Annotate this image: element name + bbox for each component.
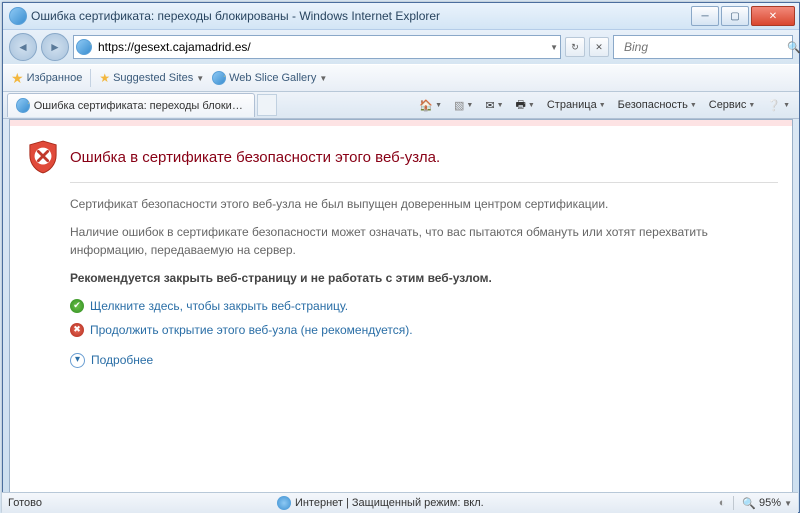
address-bar[interactable]: ▼ [73, 35, 561, 59]
safety-label: Безопасность [618, 99, 688, 111]
url-dropdown-icon[interactable]: ▼ [550, 43, 558, 52]
globe-icon [277, 496, 291, 510]
web-slice-link[interactable]: Web Slice Gallery ▼ [212, 71, 327, 85]
webslice-label: Web Slice Gallery [229, 72, 316, 84]
suggested-sites-link[interactable]: ★ Suggested Sites ▼ [99, 71, 204, 85]
error-paragraph-1: Сертификат безопасности этого веб-узла н… [70, 195, 778, 213]
more-info-link[interactable]: Подробнее [91, 351, 153, 369]
zoom-value: 95% [759, 497, 781, 509]
suggested-label: Suggested Sites [113, 72, 193, 84]
safety-menu[interactable]: Безопасность▼ [613, 94, 702, 116]
error-paragraph-2: Наличие ошибок в сертификате безопасност… [70, 223, 778, 259]
forward-button[interactable]: ► [41, 33, 69, 61]
minimize-button[interactable]: ─ [691, 6, 719, 26]
search-input[interactable] [622, 39, 783, 55]
protected-mode-icon[interactable]: ◐ [719, 497, 726, 509]
search-icon[interactable]: 🔍 [787, 41, 800, 54]
divider [90, 69, 91, 87]
zoom-icon: 🔍 [742, 497, 756, 510]
expand-icon: ▾ [70, 353, 85, 368]
star-icon: ★ [11, 70, 24, 87]
zoom-button[interactable]: 🔍 95% ▼ [742, 497, 792, 510]
new-tab-button[interactable] [257, 94, 277, 116]
close-page-link[interactable]: Щелкните здесь, чтобы закрыть веб-страни… [90, 297, 348, 315]
home-button[interactable]: 🏠▼ [414, 94, 447, 116]
slice-icon [212, 71, 226, 85]
help-button[interactable]: ❔▼ [762, 94, 795, 116]
search-bar[interactable]: 🔍 [613, 35, 793, 59]
print-icon: 🖶 [516, 96, 526, 115]
rss-icon: ▧ [454, 99, 464, 112]
favorites-button[interactable]: ★ Избранное [11, 70, 82, 87]
refresh-button[interactable]: ↻ [565, 37, 585, 57]
page-content: Ошибка в сертификате безопасности этого … [9, 119, 793, 493]
error-recommend: Рекомендуется закрыть веб-страницу и не … [70, 269, 778, 287]
url-input[interactable] [96, 39, 546, 55]
page-label: Страница [547, 99, 597, 111]
favorites-bar: ★ Избранное ★ Suggested Sites ▼ Web Slic… [3, 64, 799, 92]
status-bar: Готово Интернет | Защищенный режим: вкл.… [2, 492, 798, 513]
mail-button[interactable]: ✉▼ [480, 94, 508, 116]
status-zone: Интернет | Защищенный режим: вкл. [295, 497, 484, 509]
star-icon: ★ [99, 71, 110, 85]
close-button[interactable]: ✕ [751, 6, 795, 26]
ie-icon [9, 7, 27, 25]
continue-link[interactable]: Продолжить открытие этого веб-узла (не р… [90, 321, 413, 339]
tab-title: Ошибка сертификата: переходы блокированы [34, 100, 246, 112]
window-title: Ошибка сертификата: переходы блокированы… [31, 9, 691, 23]
mail-icon: ✉ [485, 99, 494, 112]
page-menu[interactable]: Страница▼ [542, 94, 611, 116]
dropdown-icon: ▼ [319, 74, 327, 83]
help-icon: ❔ [767, 99, 781, 112]
warning-icon: ✖ [70, 323, 84, 337]
stop-button[interactable]: ✕ [589, 37, 609, 57]
window-titlebar: Ошибка сертификата: переходы блокированы… [3, 3, 799, 30]
divider [733, 496, 734, 510]
service-label: Сервис [709, 99, 747, 111]
status-ready: Готово [8, 497, 42, 509]
back-button[interactable]: ◄ [9, 33, 37, 61]
check-icon: ✔ [70, 299, 84, 313]
favorites-label: Избранное [27, 72, 83, 84]
shield-error-icon [28, 140, 58, 174]
feeds-button[interactable]: ▧▼ [449, 94, 478, 116]
tab-active[interactable]: Ошибка сертификата: переходы блокированы [7, 93, 255, 117]
print-button[interactable]: 🖶▼ [511, 94, 540, 116]
maximize-button[interactable]: ▢ [721, 6, 749, 26]
home-icon: 🏠 [419, 99, 433, 112]
site-icon [76, 39, 92, 55]
tools-menu[interactable]: Сервис▼ [704, 94, 761, 116]
dropdown-icon: ▼ [784, 499, 792, 508]
error-title: Ошибка в сертификате безопасности этого … [70, 149, 440, 166]
dropdown-icon: ▼ [196, 74, 204, 83]
divider [70, 182, 778, 183]
nav-toolbar: ◄ ► ▼ ↻ ✕ 🔍 [3, 30, 799, 64]
tab-icon [16, 98, 30, 113]
tab-bar: Ошибка сертификата: переходы блокированы… [3, 92, 799, 119]
